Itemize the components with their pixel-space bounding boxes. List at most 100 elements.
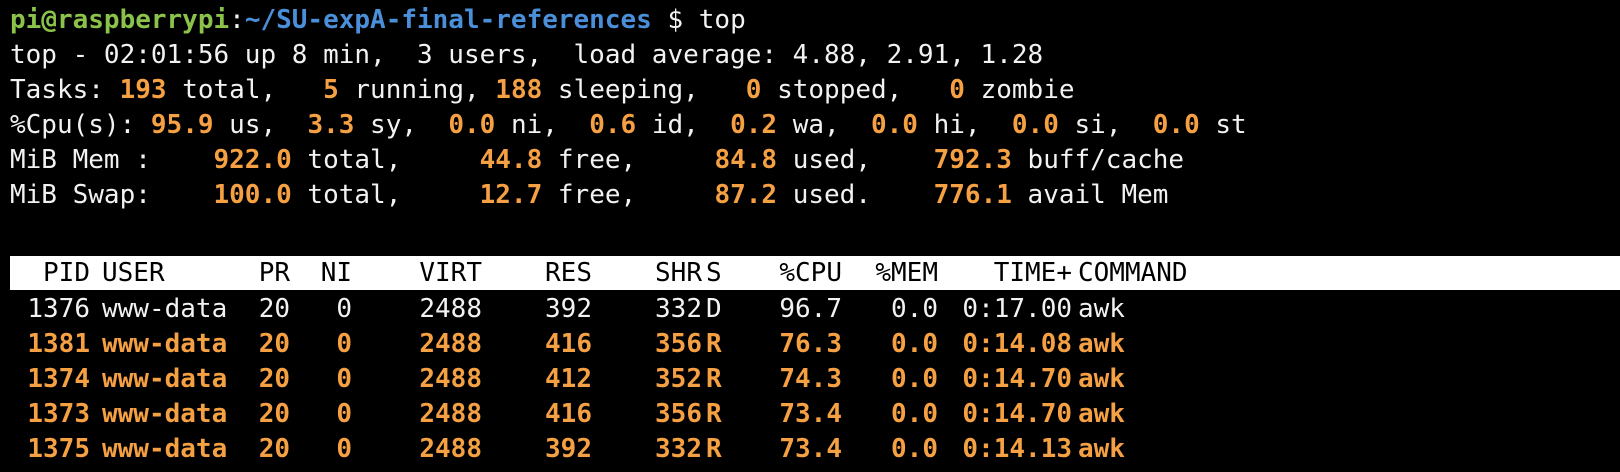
prompt-separator: : — [229, 5, 245, 35]
row-pid: 1381 — [27, 329, 90, 359]
row-command: awk — [1078, 329, 1125, 359]
mem-line: MiB Mem : 922.0 total, 44.8 free, 84.8 u… — [10, 142, 1184, 178]
cpu-ni-label: ni, — [495, 110, 590, 140]
row-time: 0:14.70 — [962, 399, 1072, 429]
tasks-sleeping: 188 — [495, 75, 543, 105]
prompt-path: ~/SU-expA-final-references — [244, 5, 652, 35]
mem-buff-label: buff/cache — [1011, 145, 1185, 175]
row-cpu: 96.7 — [779, 294, 842, 324]
row-cpu: 76.3 — [779, 329, 842, 359]
cpu-wa: 0.2 — [730, 110, 778, 140]
swap-avail: 776.1 — [933, 180, 1012, 210]
header-cpu[interactable]: %CPU — [752, 256, 842, 290]
row-state: R — [706, 434, 722, 464]
mem-used-label: used, — [777, 145, 934, 175]
row-virt: 2488 — [419, 399, 482, 429]
cpu-wa-label: wa, — [777, 110, 871, 140]
swap-label: MiB Swap: — [10, 180, 214, 210]
row-state: R — [706, 399, 722, 429]
tasks-total: 193 — [119, 75, 167, 105]
row-mem: 0.0 — [891, 364, 938, 394]
cpu-label: %Cpu(s): — [10, 110, 151, 140]
row-pr: 20 — [258, 364, 290, 394]
header-s[interactable]: S — [706, 256, 726, 290]
cpu-si-label: si, — [1058, 110, 1153, 140]
row-user: www-data — [102, 294, 228, 324]
mem-total: 922.0 — [213, 145, 292, 175]
header-time[interactable]: TIME+ — [950, 256, 1072, 290]
header-user[interactable]: USER — [102, 256, 252, 290]
row-command: awk — [1078, 399, 1125, 429]
table-row[interactable]: 1373 www-data 20 0 2488 416 356 R 73.4 0… — [10, 396, 1620, 432]
swap-line: MiB Swap: 100.0 total, 12.7 free, 87.2 u… — [10, 177, 1168, 213]
row-res: 416 — [545, 329, 592, 359]
swap-used: 87.2 — [714, 180, 778, 210]
row-shr: 356 — [655, 399, 702, 429]
table-row[interactable]: 1381 www-data 20 0 2488 416 356 R 76.3 0… — [10, 326, 1620, 362]
terminal-window[interactable]: pi@raspberrypi:~/SU-expA-final-reference… — [0, 0, 1620, 472]
row-shr: 356 — [655, 329, 702, 359]
row-virt: 2488 — [419, 364, 482, 394]
tasks-label: Tasks: — [10, 75, 120, 105]
table-row[interactable]: 1375 www-data 20 0 2488 392 332 R 73.4 0… — [10, 431, 1620, 467]
uptime-line: top - 02:01:56 up 8 min, 3 users, load a… — [10, 40, 1044, 70]
cpu-si: 0.0 — [1011, 110, 1059, 140]
row-user: www-data — [102, 329, 228, 359]
row-cpu: 74.3 — [779, 364, 842, 394]
cpu-sy: 3.3 — [307, 110, 355, 140]
row-pid: 1374 — [27, 364, 90, 394]
swap-total: 100.0 — [213, 180, 292, 210]
tasks-running: 5 — [323, 75, 339, 105]
row-pr: 20 — [258, 329, 290, 359]
table-row[interactable]: 1374 www-data 20 0 2488 412 352 R 74.3 0… — [10, 361, 1620, 397]
swap-free-label: free, — [542, 180, 715, 210]
cpu-id: 0.6 — [589, 110, 637, 140]
row-ni: 0 — [336, 294, 352, 324]
row-state: R — [706, 329, 722, 359]
swap-free: 12.7 — [479, 180, 543, 210]
row-ni: 0 — [336, 399, 352, 429]
row-pr: 20 — [258, 399, 290, 429]
cpu-st-label: st — [1199, 110, 1247, 140]
table-row[interactable]: 1376 www-data 20 0 2488 392 332 D 96.7 0… — [10, 291, 1620, 327]
tasks-stopped-label: stopped, — [761, 75, 950, 105]
row-pid: 1376 — [27, 294, 90, 324]
header-mem[interactable]: %MEM — [848, 256, 938, 290]
mem-free: 44.8 — [479, 145, 543, 175]
header-ni[interactable]: NI — [310, 256, 352, 290]
mem-used: 84.8 — [714, 145, 778, 175]
cpu-us-label: us, — [213, 110, 308, 140]
mem-total-label: total, — [291, 145, 480, 175]
header-pid[interactable]: PID — [10, 256, 90, 290]
row-cpu: 73.4 — [779, 399, 842, 429]
row-user: www-data — [102, 399, 228, 429]
header-virt[interactable]: VIRT — [390, 256, 482, 290]
row-cpu: 73.4 — [779, 434, 842, 464]
tasks-sleeping-label: sleeping, — [542, 75, 746, 105]
row-mem: 0.0 — [891, 399, 938, 429]
header-pr[interactable]: PR — [246, 256, 290, 290]
row-virt: 2488 — [419, 329, 482, 359]
row-ni: 0 — [336, 329, 352, 359]
mem-label: MiB Mem : — [10, 145, 214, 175]
mem-buff-cache: 792.3 — [933, 145, 1012, 175]
row-shr: 332 — [655, 294, 702, 324]
swap-total-label: total, — [291, 180, 480, 210]
tasks-total-label: total, — [166, 75, 324, 105]
row-res: 392 — [545, 434, 592, 464]
row-user: www-data — [102, 434, 228, 464]
header-res[interactable]: RES — [510, 256, 592, 290]
row-ni: 0 — [336, 434, 352, 464]
header-shr[interactable]: SHR — [622, 256, 702, 290]
row-time: 0:14.70 — [962, 364, 1072, 394]
row-shr: 332 — [655, 434, 702, 464]
header-command[interactable]: COMMAND — [1078, 256, 1278, 290]
row-state: D — [706, 294, 722, 324]
swap-avail-label: avail Mem — [1011, 180, 1169, 210]
swap-used-label: used. — [777, 180, 934, 210]
cpu-ni: 0.0 — [448, 110, 496, 140]
row-virt: 2488 — [419, 434, 482, 464]
row-pid: 1373 — [27, 399, 90, 429]
row-command: awk — [1078, 364, 1125, 394]
row-time: 0:14.08 — [962, 329, 1072, 359]
